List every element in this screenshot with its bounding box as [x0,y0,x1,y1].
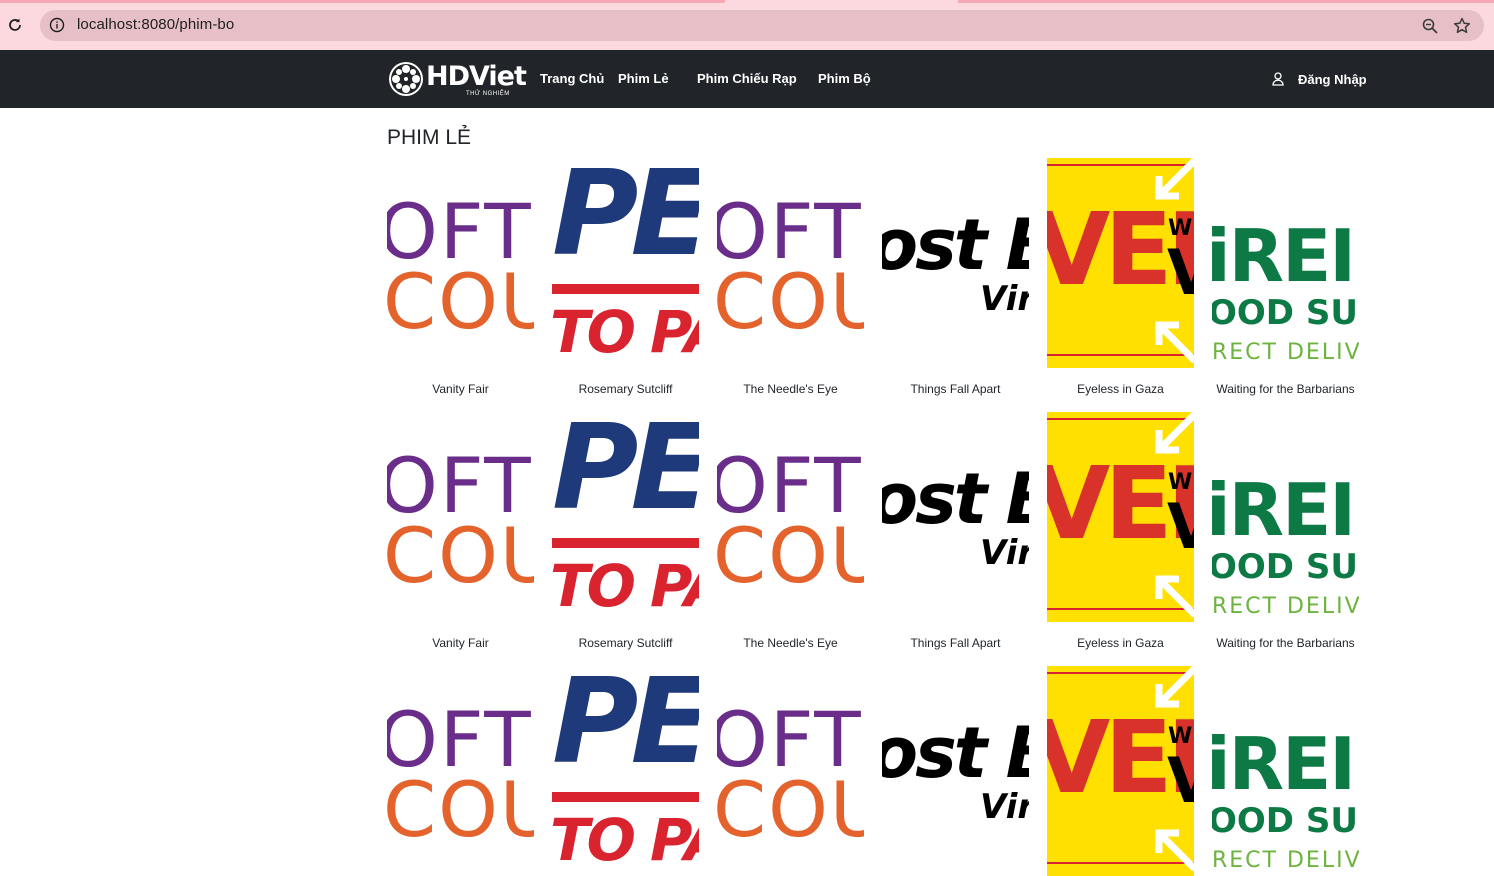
poster-text: COU [387,257,534,346]
poster-stripe [552,538,699,548]
movie-poster[interactable]: PEE TO PART [552,158,699,368]
tab-strip-edge [0,0,725,3]
nav-phim-le[interactable]: Phim Lẻ [618,71,669,86]
poster-text: COU [387,765,534,854]
section-title: PHIM LẺ [387,126,472,149]
user-icon [1272,72,1284,86]
arrow-icon [1155,829,1194,871]
login-label: Đăng Nhập [1298,71,1367,87]
arrow-icon [1155,158,1194,200]
address-bar[interactable] [40,10,1484,41]
nav-phim-chieu-rap[interactable]: Phim Chiếu Rạp [697,71,797,86]
movie-poster[interactable]: ost BVir [882,158,1029,368]
poster-text: OOD SUP [1212,801,1359,841]
url-host: localhost [77,16,138,33]
movie-poster[interactable]: iREIOOD SUP RECT DELIVE [1212,412,1359,622]
poster-text: iREI [1212,214,1356,298]
movie-poster[interactable]: VEB WE V [1047,412,1194,622]
movie-title[interactable]: Eyeless in Gaza [1037,636,1204,650]
zoom-icon[interactable] [1421,17,1439,35]
movie-poster[interactable]: OFT COU [717,158,864,368]
poster-stripe [552,792,699,802]
site-logo[interactable]: HDViet THỬ NGHIỆM [388,59,527,99]
movie-title[interactable]: Rosemary Sutcliff [542,636,709,650]
movie-poster[interactable]: iREIOOD SUP RECT DELIVE [1212,666,1359,876]
arrow-icon [1155,412,1194,454]
movie-poster[interactable]: OFT COU [387,412,534,622]
poster-text: iREI [1212,468,1356,552]
movie-title[interactable]: Rosemary Sutcliff [542,382,709,396]
movie-poster[interactable]: OFT COU [387,158,534,368]
movie-poster[interactable]: OFT COU [717,412,864,622]
reload-icon[interactable] [6,16,24,34]
login-link[interactable]: Đăng Nhập [1272,70,1367,88]
poster-text: OOD SUP [1212,547,1359,587]
movie-poster[interactable]: iREIOOD SUP RECT DELIVE [1212,158,1359,368]
poster-text: Vir [980,787,1029,827]
poster-text: iREI [1212,722,1356,806]
movie-title[interactable]: Waiting for the Barbarians [1202,382,1369,396]
poster-text: PEE [552,666,699,790]
movie-poster[interactable]: ost BVir [882,412,1029,622]
poster-text: V [1167,490,1194,563]
bookmark-star-icon[interactable] [1452,16,1472,36]
url-text[interactable]: localhost:8080/phim-bo [77,16,234,33]
nav-phim-bo[interactable]: Phim Bộ [818,71,871,86]
poster-text: RECT DELIVE [1212,594,1359,619]
poster-text: OOD SUP [1212,293,1359,333]
movie-title[interactable]: Vanity Fair [377,636,544,650]
site-navbar: HDViet THỬ NGHIỆM Trang Chủ Phim Lẻ Phim… [0,50,1494,108]
poster-text: TO PART [552,298,699,366]
poster-text: RECT DELIVE [1212,340,1359,365]
movie-title[interactable]: Vanity Fair [377,382,544,396]
film-reel-icon [389,62,423,96]
poster-text: COU [717,765,864,854]
arrow-icon [1155,321,1194,363]
movie-title[interactable]: The Needle's Eye [707,636,874,650]
poster-text: COU [717,257,864,346]
movie-title[interactable]: Things Fall Apart [872,382,1039,396]
nav-trang-chu[interactable]: Trang Chủ [540,71,604,86]
movie-poster[interactable]: OFT COU [387,666,534,876]
poster-text: V [1167,236,1194,309]
poster-text: COU [387,511,534,600]
movie-poster[interactable]: VEB WE V [1047,666,1194,876]
tab-strip-edge [958,0,1494,3]
arrow-icon [1155,666,1194,708]
poster-text: RECT DELIVE [1212,848,1359,873]
poster-text: TO PART [552,806,699,874]
movie-title[interactable]: Eyeless in Gaza [1037,382,1204,396]
movie-poster[interactable]: VEB WE V [1047,158,1194,368]
site-info-icon[interactable] [49,17,65,33]
movie-title[interactable]: Things Fall Apart [872,636,1039,650]
movie-poster[interactable]: PEE TO PART [552,666,699,876]
logo-subtext: THỬ NGHIỆM [466,91,510,97]
movie-poster[interactable]: ost BVir [882,666,1029,876]
poster-text: ost B [882,204,1029,286]
movie-poster[interactable]: PEE TO PART [552,412,699,622]
poster-text: Vir [980,279,1029,319]
poster-text: ost B [882,712,1029,794]
movie-title[interactable]: Waiting for the Barbarians [1202,636,1369,650]
poster-text: Vir [980,533,1029,573]
poster-text: COU [717,511,864,600]
poster-text: ost B [882,458,1029,540]
poster-text: TO PART [552,552,699,620]
movie-title[interactable]: The Needle's Eye [707,382,874,396]
browser-toolbar: localhost:8080/phim-bo [0,0,1494,50]
movie-poster[interactable]: OFT COU [717,666,864,876]
poster-text: PEE [552,158,699,282]
poster-text: V [1167,744,1194,817]
arrow-icon [1155,575,1194,617]
logo-wordmark: HDViet [426,61,527,92]
poster-stripe [552,284,699,294]
poster-text: PEE [552,412,699,536]
url-path: :8080/phim-bo [137,16,235,33]
